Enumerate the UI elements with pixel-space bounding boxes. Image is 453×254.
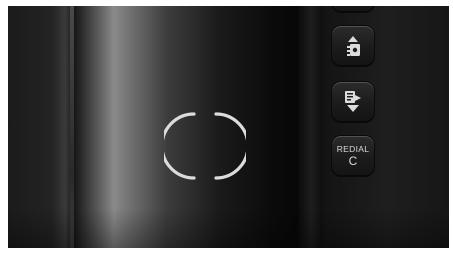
key-redial[interactable]: REDIAL C (332, 136, 374, 176)
power-ring-icon (164, 112, 246, 180)
phone-photo: REDIAL C (8, 6, 449, 248)
redial-c-label: C (348, 154, 358, 169)
key-top-partial[interactable] (332, 6, 374, 12)
key-contact-up[interactable] (332, 26, 374, 66)
bottom-shadow (8, 208, 449, 248)
redial-label: REDIAL (336, 143, 370, 154)
contact-book-up-arrow-icon (347, 36, 360, 56)
transfer-down-arrow-icon (345, 91, 361, 112)
key-transfer-down[interactable] (332, 82, 374, 122)
